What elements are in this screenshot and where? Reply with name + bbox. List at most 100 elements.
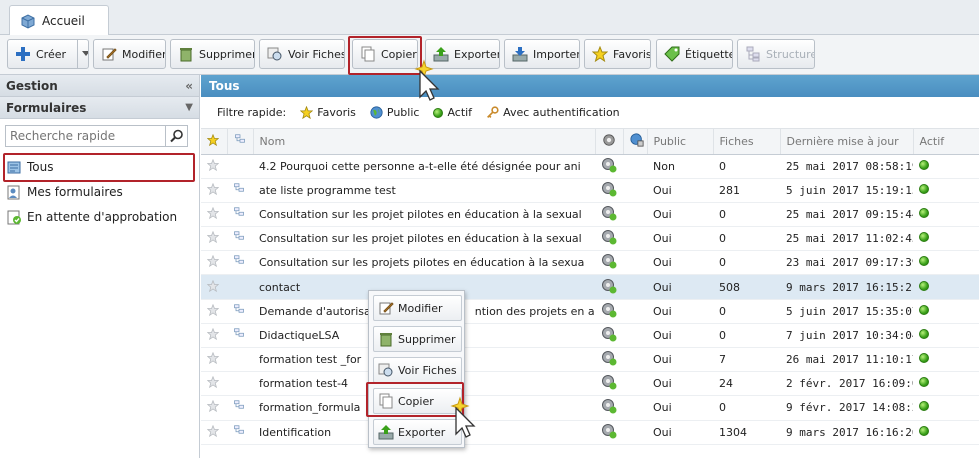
table-row[interactable]: ate liste programme test Oui 281 5 juin 201…: [201, 178, 979, 203]
sidebar-header-gestion[interactable]: Gestion «: [0, 75, 199, 97]
row-settings[interactable]: [595, 250, 623, 276]
col-active[interactable]: Actif: [913, 129, 979, 155]
ctx-export[interactable]: Exporter: [373, 419, 462, 445]
row-favorite-toggle[interactable]: [201, 226, 227, 252]
sidebar-header-formulaires[interactable]: Formulaires ▼: [0, 97, 199, 119]
table-row[interactable]: formation test-4 Oui 24 2 févr. 2017 16:09:…: [201, 371, 979, 397]
filter-actif[interactable]: Actif: [433, 106, 472, 119]
row-favorite-toggle[interactable]: [201, 347, 227, 373]
table-row[interactable]: DidactiqueLSA Oui 0 7 juin 2017 10:34:04: [201, 323, 979, 349]
row-settings[interactable]: [595, 299, 623, 324]
filter-favoris[interactable]: Favoris: [300, 106, 356, 119]
search-button[interactable]: [165, 126, 187, 146]
row-structure[interactable]: [227, 154, 253, 179]
table-row[interactable]: Demande d'autorisa ntion des projets en a…: [201, 299, 979, 324]
row-structure[interactable]: [227, 323, 253, 349]
row-favorite-toggle[interactable]: [201, 299, 227, 324]
table-row[interactable]: Consultation sur les projet pilotes en é…: [201, 226, 979, 252]
row-structure[interactable]: [227, 395, 253, 421]
col-settings[interactable]: [595, 129, 624, 155]
edit-button[interactable]: Modifier: [93, 39, 166, 69]
tag-button[interactable]: Étiquette: [656, 39, 733, 69]
row-active[interactable]: [913, 154, 979, 179]
col-updated[interactable]: Dernière mise à jour: [780, 129, 914, 155]
table-row[interactable]: formation test _for Oui 7 26 mai 2017 11:10…: [201, 347, 979, 373]
favorites-button[interactable]: Favoris: [584, 39, 651, 69]
table-row[interactable]: contact Oui 508 9 mars 2017 16:15:21: [201, 274, 979, 300]
row-settings[interactable]: [595, 395, 623, 421]
table-row[interactable]: Consultation sur les projets pilotes en …: [201, 250, 979, 276]
import-button[interactable]: Importer: [504, 39, 580, 69]
tab-accueil[interactable]: Accueil: [9, 5, 109, 36]
sidebar-item-mes-formulaires[interactable]: Mes formulaires: [6, 181, 123, 203]
row-favorite-toggle[interactable]: [201, 420, 227, 445]
quick-search-input[interactable]: [6, 126, 166, 146]
row-settings[interactable]: [595, 154, 623, 179]
row-active[interactable]: [913, 420, 979, 445]
create-button[interactable]: Créer: [7, 39, 89, 69]
row-structure[interactable]: [227, 226, 253, 252]
row-settings[interactable]: [595, 323, 623, 349]
row-active[interactable]: [913, 371, 979, 397]
sidebar-item-tous[interactable]: Tous: [6, 156, 54, 178]
row-settings[interactable]: [595, 178, 623, 203]
row-active[interactable]: [913, 395, 979, 421]
row-favorite-toggle[interactable]: [201, 202, 227, 228]
collapse-icon[interactable]: «: [185, 79, 193, 93]
export-button[interactable]: Exporter: [425, 39, 500, 69]
row-active[interactable]: [913, 347, 979, 373]
row-structure[interactable]: [227, 347, 253, 373]
row-name-cell[interactable]: Consultation sur les projet pilotes en é…: [253, 226, 595, 252]
row-active[interactable]: [913, 226, 979, 252]
row-active[interactable]: [913, 250, 979, 276]
ctx-view-records[interactable]: Voir Fiches: [373, 357, 462, 383]
row-settings[interactable]: [595, 226, 623, 252]
row-active[interactable]: [913, 323, 979, 349]
row-active[interactable]: [913, 202, 979, 228]
row-settings[interactable]: [595, 371, 623, 397]
col-favorite[interactable]: [201, 129, 228, 155]
ctx-delete[interactable]: Supprimer: [373, 326, 462, 352]
col-public[interactable]: Public: [647, 129, 714, 155]
row-favorite-toggle[interactable]: [201, 274, 227, 300]
filter-authentification[interactable]: Avec authentification: [486, 106, 620, 119]
row-name-cell[interactable]: Consultation sur les projets pilotes en …: [253, 250, 595, 276]
row-favorite-toggle[interactable]: [201, 154, 227, 179]
row-active[interactable]: [913, 178, 979, 203]
sidebar-item-en-attente[interactable]: En attente d'approbation: [6, 206, 177, 228]
row-settings[interactable]: [595, 420, 623, 445]
table-row[interactable]: Identification Oui 1304 9 mars 2017 16:16:2…: [201, 420, 979, 445]
row-name-cell[interactable]: 4.2 Pourquoi cette personne a-t-elle été…: [253, 154, 595, 179]
row-structure[interactable]: [227, 202, 253, 228]
row-structure[interactable]: [227, 274, 253, 300]
view-records-button[interactable]: Voir Fiches: [259, 39, 345, 69]
table-row[interactable]: Consultation sur les projet pilotes en é…: [201, 202, 979, 228]
row-settings[interactable]: [595, 274, 623, 300]
ctx-copy[interactable]: Copier: [373, 388, 462, 414]
row-favorite-toggle[interactable]: [201, 178, 227, 203]
delete-button[interactable]: Supprimer: [170, 39, 255, 69]
row-active[interactable]: [913, 299, 979, 324]
row-favorite-toggle[interactable]: [201, 250, 227, 276]
row-name-cell[interactable]: ate liste programme test: [253, 178, 595, 203]
row-structure[interactable]: [227, 420, 253, 445]
table-row[interactable]: formation_formula Oui 0 9 févr. 2017 14:08:…: [201, 395, 979, 421]
filter-public[interactable]: Public: [370, 106, 419, 119]
row-settings[interactable]: [595, 347, 623, 373]
row-favorite-toggle[interactable]: [201, 371, 227, 397]
row-structure[interactable]: [227, 371, 253, 397]
table-row[interactable]: 4.2 Pourquoi cette personne a-t-elle été…: [201, 154, 979, 179]
triangle-down-icon[interactable]: ▼: [185, 102, 193, 113]
col-structure[interactable]: [227, 129, 254, 155]
row-name-cell[interactable]: Consultation sur les projet pilotes en é…: [253, 202, 595, 228]
col-fiches[interactable]: Fiches: [713, 129, 781, 155]
col-public-icon[interactable]: [623, 129, 648, 155]
row-structure[interactable]: [227, 299, 253, 324]
row-favorite-toggle[interactable]: [201, 395, 227, 421]
structure-button[interactable]: Structure: [737, 39, 815, 69]
row-structure[interactable]: [227, 178, 253, 203]
chevron-down-icon[interactable]: [77, 40, 88, 68]
row-favorite-toggle[interactable]: [201, 323, 227, 349]
ctx-edit[interactable]: Modifier: [373, 295, 462, 321]
row-settings[interactable]: [595, 202, 623, 228]
